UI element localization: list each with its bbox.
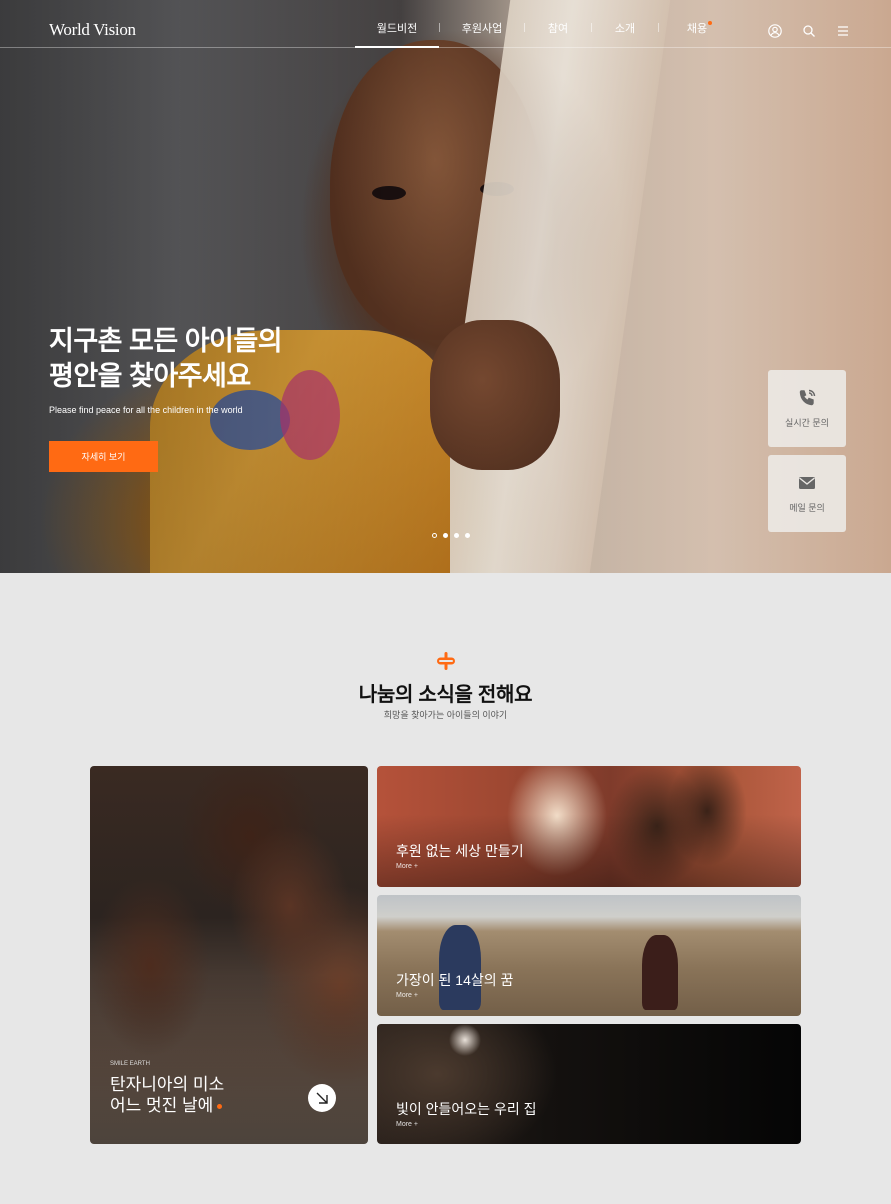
menu-item-sponsorship[interactable]: 후원사업 [440,20,524,48]
story-card-title: 후원 없는 세상 만들기 [396,843,524,859]
phone-chat-icon [799,389,816,406]
top-navigation: World Vision 월드비전 후원사업 참여 소개 채용 [0,0,891,48]
new-badge-dot [708,21,713,25]
live-chat-button[interactable]: 실시간 문의 [768,370,846,447]
search-icon[interactable] [802,24,816,38]
story-card[interactable]: 후원 없는 세상 만들기 More + [377,766,801,887]
learn-more-button[interactable]: 자세히 보기 [49,441,158,472]
slide-dot[interactable] [465,533,470,538]
menu-item-participate[interactable]: 참여 [525,20,591,48]
logo[interactable]: World Vision [49,20,136,40]
mail-icon [799,477,815,489]
user-icon[interactable] [768,24,782,38]
hero-title: 지구촌 모든 아이들의 평안을 찾아주세요 [49,326,283,391]
main-menu: 월드비전 후원사업 참여 소개 채용 [355,20,735,48]
news-section-title: 나눔의 소식을 전해요 [358,684,533,706]
hero-subtitle: Please find peace for all the children i… [49,405,243,415]
feature-story-card[interactable]: SMILE EARTH 탄자니아의 미소 어느 멋진 날에 [90,766,368,1144]
story-card[interactable]: 빛이 안들어오는 우리 집 More + [377,1024,801,1144]
menu-item-worldvision[interactable]: 월드비전 [355,20,439,48]
menu-item-careers[interactable]: 채용 [659,20,735,48]
hero-banner: World Vision 월드비전 후원사업 참여 소개 채용 지구촌 모든 아… [0,0,891,573]
live-chat-label: 실시간 문의 [785,418,829,428]
email-inquiry-button[interactable]: 메일 문의 [768,455,846,532]
feature-tag: SMILE EARTH [110,1061,150,1067]
more-link[interactable]: More + [396,992,513,999]
email-inquiry-label: 메일 문의 [789,503,825,513]
story-card-title: 가장이 된 14살의 꿈 [396,972,514,988]
arrow-down-right-icon [316,1092,328,1104]
story-card[interactable]: 가장이 된 14살의 꿈 More + [377,895,801,1016]
arrow-down-right-button[interactable] [308,1084,336,1112]
slide-dot[interactable] [443,533,448,538]
slide-dot[interactable] [454,533,459,538]
news-section-subtitle: 희망을 찾아가는 아이들의 이야기 [383,710,508,720]
slide-indicators [432,533,470,538]
story-card-title: 빛이 안들어오는 우리 집 [396,1101,537,1117]
slide-dot[interactable] [432,533,437,538]
section-emblem-icon [437,652,455,670]
more-link[interactable]: More + [396,863,524,870]
menu-item-about[interactable]: 소개 [592,20,658,48]
more-link[interactable]: More + [396,1121,536,1128]
feature-title: 탄자니아의 미소 어느 멋진 날에 [110,1075,225,1115]
hamburger-icon[interactable] [836,24,850,38]
